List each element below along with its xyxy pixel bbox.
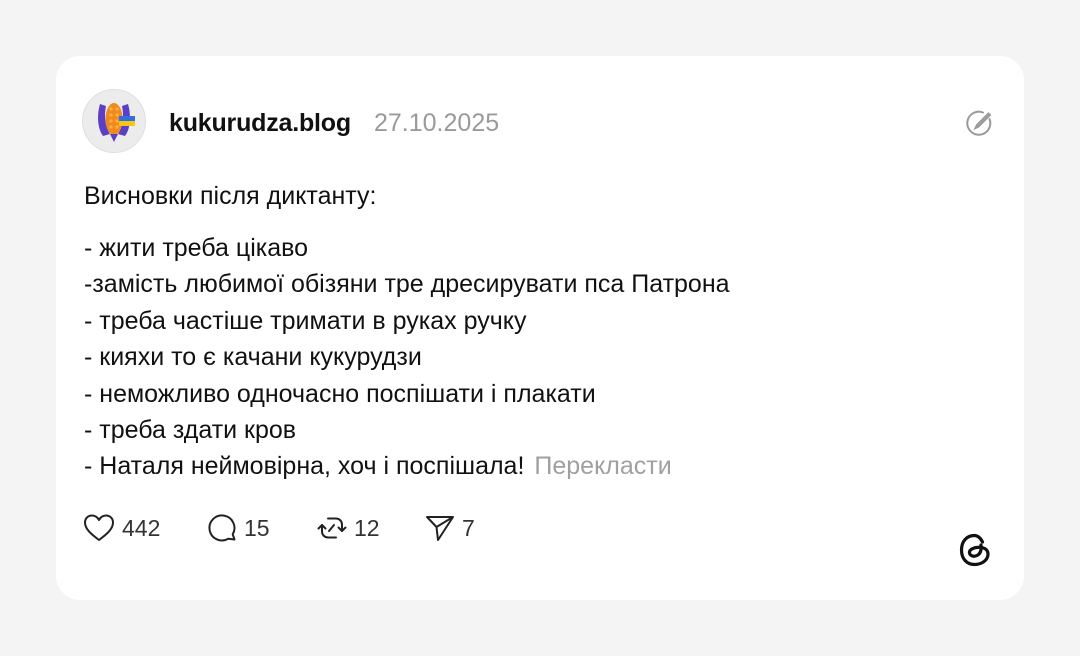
post-line: - жити треба цікаво	[84, 234, 309, 262]
post-line: - треба частіше тримати в руках ручку	[84, 306, 527, 335]
repost-icon	[317, 517, 347, 539]
post-intro: Висновки після диктанту:	[84, 182, 377, 210]
comment-count: 15	[244, 514, 270, 541]
like-count: 442	[122, 514, 161, 541]
post-line: - неможливо одночасно поспішати і плакат…	[84, 379, 596, 408]
share-count: 7	[462, 514, 475, 541]
post-body: Висновки після диктанту: - жити треба ці…	[84, 178, 984, 485]
comment-button[interactable]: 15	[206, 510, 270, 546]
share-button[interactable]: 7	[424, 510, 475, 546]
like-button[interactable]: 442	[82, 510, 160, 546]
post-line: - треба здати кров	[84, 416, 297, 445]
post-date: 27.10.2025	[374, 109, 500, 137]
post-line: -замість любимої обізяни тре дресирувати…	[84, 270, 730, 299]
send-icon	[426, 516, 454, 541]
comment-bubble-icon	[208, 514, 236, 542]
post-line-last: - Наталя неймовірна, хоч і поспішала! Пер…	[84, 448, 984, 484]
avatar[interactable]	[82, 89, 146, 153]
username[interactable]: kukurudza.blog	[169, 109, 351, 138]
repost-count: 12	[354, 514, 380, 541]
heart-icon	[84, 514, 114, 541]
post-card: kukurudza.blog 27.10.2025 Висновки після…	[56, 56, 1024, 600]
threads-logo-icon	[955, 530, 995, 570]
edit-circle-icon[interactable]	[964, 108, 994, 138]
translate-link[interactable]: Перекласти	[534, 452, 671, 480]
post-line-text: - Наталя неймовірна, хоч і поспішала!	[84, 452, 525, 481]
post-line: - кияхи то є качани кукурудзи	[84, 343, 422, 372]
corn-avatar-icon	[83, 90, 145, 152]
repost-button[interactable]: 12	[316, 510, 380, 546]
